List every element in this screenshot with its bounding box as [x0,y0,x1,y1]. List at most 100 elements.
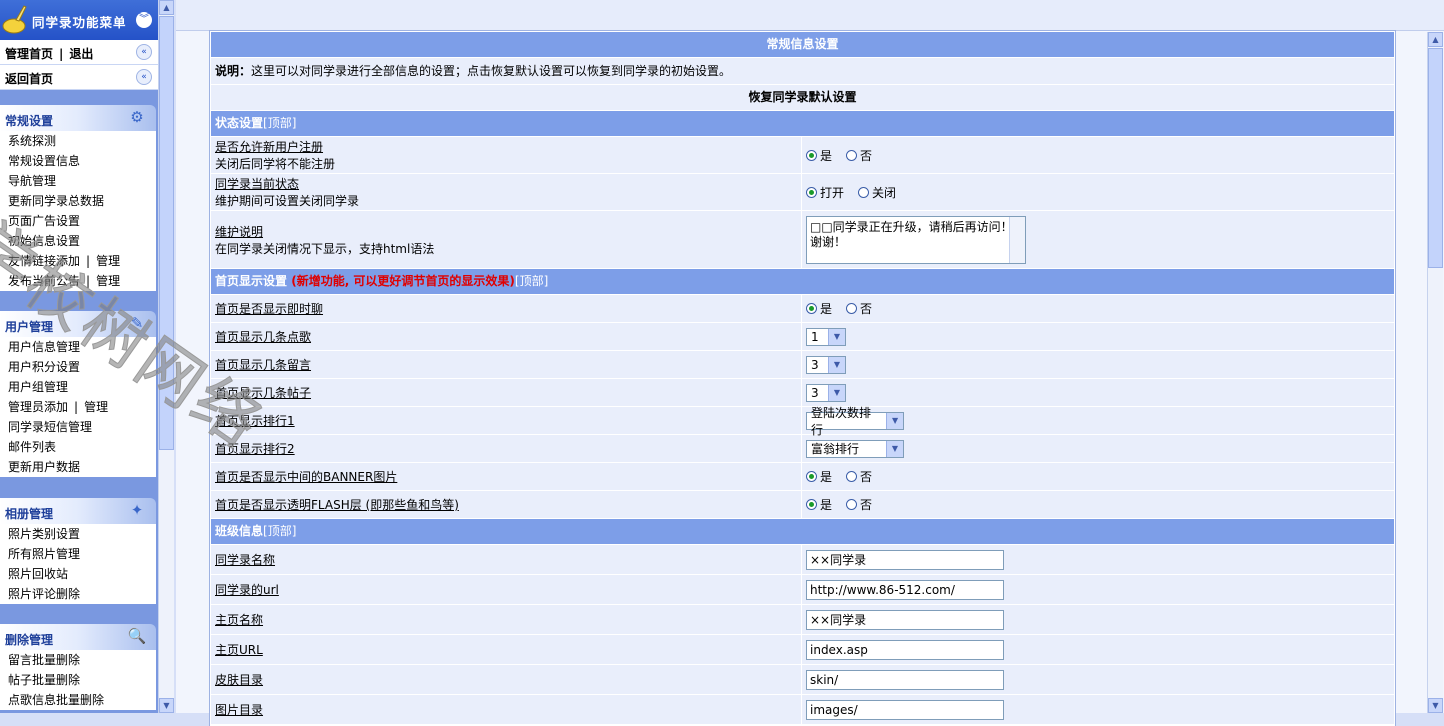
sidebar-scrollbar[interactable]: ▲ ▼ [158,0,174,713]
menu-link[interactable]: 管理员添加 [8,400,68,414]
scroll-down-icon[interactable]: ▼ [159,698,174,713]
top-link[interactable]: [顶部] [515,274,548,288]
menu-link[interactable]: 管理 [96,274,120,288]
group-general-settings: 常规设置 ⚙ 系统探测 常规设置信息 导航管理 更新同学录总数据 页面广告设置 … [0,105,156,291]
settings-row: 维护说明 在同学录关闭情况下显示，支持html语法 □□同学录正在升级，请稍后再访… [211,211,1394,269]
homepage-name-input[interactable]: ××同学录 [806,609,1004,630]
scroll-thumb[interactable] [1428,48,1443,268]
logout-link[interactable]: 退出 [69,47,93,61]
radio-yes[interactable]: 是 [806,300,832,317]
skin-dir-input[interactable]: skin/ [806,669,1004,690]
menu-link[interactable]: 友情链接添加 [8,254,80,268]
menu-item[interactable]: 留言批量删除 [0,650,156,670]
ranking1-select[interactable]: 登陆次数排行 ▼ [806,406,904,437]
radio-yes[interactable]: 是 [806,496,832,513]
menu-item[interactable]: 所有照片管理 [0,544,156,564]
settings-row: 首页显示排行1 登陆次数排行 ▼ [211,406,1394,437]
admin-links-row: 管理首页 | 退出 « [0,40,158,65]
ranking2-select[interactable]: 富翁排行 ▼ [806,439,904,458]
album-icon: ✦ [130,501,144,519]
scroll-thumb[interactable] [159,16,174,450]
section-class-info: 班级信息[顶部] [211,519,1394,545]
top-link[interactable]: [顶部] [263,524,296,538]
radio-no[interactable]: 否 [846,496,872,513]
settings-row: 主页名称 ××同学录 [211,605,1394,635]
settings-row: 皮肤目录 skin/ [211,665,1394,695]
menu-item[interactable]: 用户信息管理 [0,337,156,357]
admin-home-link[interactable]: 管理首页 [5,47,53,61]
radio-close[interactable]: 关闭 [858,184,896,201]
radio-open[interactable]: 打开 [806,184,844,201]
menu-item[interactable]: 用户积分设置 [0,357,156,377]
collapse-menu-icon[interactable]: ︾ [136,12,152,28]
menu-link[interactable]: 管理 [96,254,120,268]
group-header[interactable]: 相册管理 ✦ [0,498,156,524]
menu-item[interactable]: 系统探测 [0,131,156,151]
menu-link[interactable]: 发布当前公告 [8,274,80,288]
menu-item[interactable]: 照片评论删除 [0,584,156,604]
menu-item[interactable]: 邮件列表 [0,437,156,457]
user-edit-icon: ✎ [130,314,144,332]
main-frame: 常规信息设置 说明：这里可以对同学录进行全部信息的设置；点击恢复默认设置可以恢复… [176,30,1444,726]
group-user-management: 用户管理 ✎ 用户信息管理 用户积分设置 用户组管理 管理员添加 | 管理 同学录短… [0,311,156,477]
settings-row: 主页URL index.asp [211,635,1394,665]
chevron-down-icon: ▼ [828,356,845,373]
scroll-up-icon[interactable]: ▲ [1428,32,1443,47]
menu-item-pair: 发布当前公告 | 管理 [8,274,121,288]
settings-row: 首页是否显示即时聊 是 否 [211,295,1394,323]
menu-item[interactable]: 点歌信息批量删除 [0,690,156,710]
group-header[interactable]: 常规设置 ⚙ [0,105,156,131]
song-count-select[interactable]: 1 ▼ [806,327,846,346]
menu-item[interactable]: 更新用户数据 [0,457,156,477]
radio-no[interactable]: 否 [846,468,872,485]
chevron-left-icon[interactable]: « [136,69,152,85]
post-count-select[interactable]: 3 ▼ [806,383,846,402]
radio-no[interactable]: 否 [846,300,872,317]
radio-yes[interactable]: 是 [806,147,832,164]
alumni-name-input[interactable]: ××同学录 [806,549,1004,570]
menu-item[interactable]: 常规设置信息 [0,151,156,171]
sidebar-title: 同学录功能菜单 [32,15,127,30]
menu-item[interactable]: 初始信息设置 [0,231,156,251]
menu-item[interactable]: 导航管理 [0,171,156,191]
main-scrollbar[interactable]: ▲ ▼ [1427,32,1443,713]
top-frame [176,0,1444,31]
settings-row: 图片目录 images/ [211,695,1394,725]
message-count-select[interactable]: 3 ▼ [806,355,846,374]
settings-row: 同学录名称 ××同学录 [211,545,1394,575]
menu-item[interactable]: 同学录短信管理 [0,417,156,437]
menu-item[interactable]: 帖子批量删除 [0,670,156,690]
section-status: 状态设置[顶部] [211,111,1394,137]
menu-item[interactable]: 照片回收站 [0,564,156,584]
restore-defaults-link[interactable]: 恢复同学录默认设置 [211,85,1394,111]
menu-item[interactable]: 更新同学录总数据 [0,191,156,211]
sidebar-header: 同学录功能菜单 ︾ [0,0,158,40]
menu-item[interactable]: 用户组管理 [0,377,156,397]
settings-row: 同学录当前状态 维护期间可设置关闭同学录 打开 关闭 [211,174,1394,211]
image-dir-input[interactable]: images/ [806,699,1004,720]
alumni-url-input[interactable]: http://www.86-512.com/ [806,579,1004,600]
note-row: 说明：这里可以对同学录进行全部信息的设置；点击恢复默认设置可以恢复到同学录的初始… [211,58,1394,85]
menu-link[interactable]: 管理 [84,400,108,414]
settings-row: 首页显示几条留言 3 ▼ [211,351,1394,379]
homepage-url-input[interactable]: index.asp [806,639,1004,660]
return-home-row: 返回首页 « [0,65,158,90]
settings-row: 首页显示排行2 富翁排行 ▼ [211,435,1394,463]
brush-logo-icon [2,5,27,34]
sidebar: 同学录功能菜单 ︾ 管理首页 | 退出 « 返回首页 « 常规设置 ⚙ 系统探测 常… [0,0,158,713]
radio-yes[interactable]: 是 [806,468,832,485]
menu-item[interactable]: 照片类别设置 [0,524,156,544]
chevron-down-icon: ▼ [886,440,903,457]
group-header[interactable]: 用户管理 ✎ [0,311,156,337]
menu-item[interactable]: 页面广告设置 [0,211,156,231]
chevron-left-icon[interactable]: « [136,44,152,60]
group-header[interactable]: 删除管理 🔍 [0,624,156,650]
radio-no[interactable]: 否 [846,147,872,164]
settings-row: 首页显示几条点歌 1 ▼ [211,323,1394,351]
chevron-down-icon: ▼ [828,328,845,345]
scroll-up-icon[interactable]: ▲ [159,0,174,15]
top-link[interactable]: [顶部] [263,116,296,130]
maintenance-textarea[interactable]: □□同学录正在升级，请稍后再访问！谢谢！ [806,215,1026,264]
scroll-down-icon[interactable]: ▼ [1428,698,1443,713]
return-home-link[interactable]: 返回首页 [5,70,53,87]
